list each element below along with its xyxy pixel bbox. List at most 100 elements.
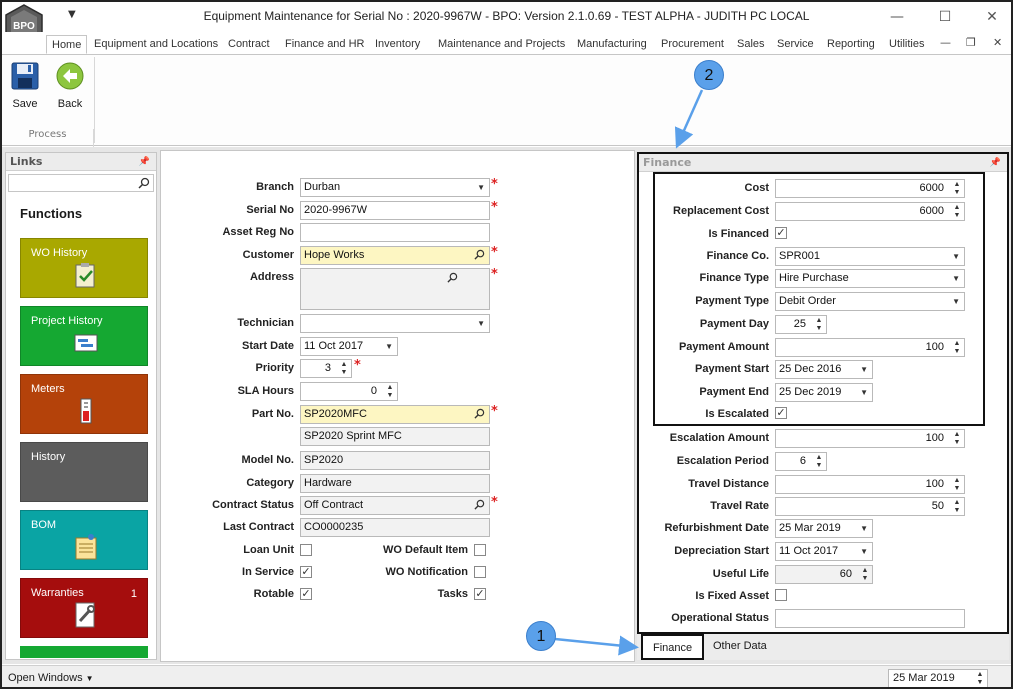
finance-co-select[interactable]: SPR001 ▼ [775, 247, 965, 266]
refurbishment-date-picker[interactable]: 25 Mar 2019 ▼ [775, 519, 873, 538]
dropdown-arrow-icon[interactable]: ▼ [952, 248, 960, 265]
mdi-close-icon[interactable]: ✕ [993, 36, 1002, 49]
tab-finance[interactable]: Finance [641, 634, 705, 660]
sla-hours-stepper[interactable]: 0 ▲ ▼ [300, 382, 398, 401]
maximize-icon[interactable]: ☐ [930, 6, 960, 28]
tab-manufacturing[interactable]: Manufacturing [577, 35, 647, 54]
dropdown-arrow-icon[interactable]: ▼ [385, 338, 393, 355]
tab-utilities[interactable]: Utilities [889, 35, 924, 54]
travel-rate-input[interactable]: 50 ▲ ▼ [775, 497, 965, 516]
tasks-checkbox[interactable]: ✓ [474, 588, 486, 600]
spinner-icon[interactable]: ▲ ▼ [814, 317, 824, 333]
escalation-period-stepper[interactable]: 6 ▲ ▼ [775, 452, 827, 471]
pin-icon[interactable]: 📌 [139, 153, 150, 171]
in-service-checkbox[interactable]: ✓ [300, 566, 312, 578]
operational-status-input[interactable] [775, 609, 965, 628]
dropdown-arrow-icon[interactable]: ▼ [860, 520, 868, 537]
is-escalated-checkbox[interactable]: ✓ [775, 407, 787, 419]
search-icon[interactable] [138, 177, 150, 189]
tab-finance-and-hr[interactable]: Finance and HR [285, 35, 365, 54]
spinner-icon[interactable]: ▲ ▼ [952, 204, 962, 220]
project-history-tile[interactable]: Project History [20, 306, 148, 366]
replacement-cost-input[interactable]: 6000 ▲ ▼ [775, 202, 965, 221]
status-date-field[interactable]: 25 Mar 2019 ▲ ▼ [888, 669, 988, 687]
search-icon[interactable] [474, 499, 485, 510]
links-search-input[interactable] [8, 174, 154, 192]
spinner-icon[interactable]: ▲ ▼ [952, 181, 962, 197]
dropdown-arrow-icon[interactable]: ▼ [952, 270, 960, 287]
part-no-input[interactable]: SP2020MFC [300, 405, 490, 424]
escalation-amount-input[interactable]: 100 ▲ ▼ [775, 429, 965, 448]
wo-default-item-checkbox[interactable] [474, 544, 486, 556]
is-fixed-asset-checkbox[interactable] [775, 589, 787, 601]
mdi-minimize-icon[interactable]: — [940, 36, 951, 49]
search-icon[interactable] [447, 272, 458, 283]
tab-maintenance-and-projects[interactable]: Maintenance and Projects [438, 35, 565, 54]
contract-status-input[interactable]: Off Contract [300, 496, 490, 515]
tab-service[interactable]: Service [777, 35, 814, 54]
mdi-restore-icon[interactable]: ❐ [966, 36, 976, 49]
dropdown-arrow-icon[interactable]: ▼ [952, 293, 960, 310]
useful-life-stepper[interactable]: 60 ▲ ▼ [775, 565, 873, 584]
start-date-picker[interactable]: 11 Oct 2017 ▼ [300, 337, 398, 356]
dropdown-arrow-icon[interactable]: ▼ [860, 384, 868, 401]
spinner-icon[interactable]: ▲ ▼ [814, 454, 824, 470]
is-fixed-asset-label: Is Fixed Asset [695, 590, 769, 602]
spinner-icon[interactable]: ▲ ▼ [975, 671, 985, 687]
branch-select[interactable]: Durban ▼ [300, 178, 490, 197]
tab-inventory[interactable]: Inventory [375, 35, 420, 54]
history-tile[interactable]: History [20, 442, 148, 502]
warranties-tile[interactable]: Warranties 1 [20, 578, 148, 638]
rotable-checkbox[interactable]: ✓ [300, 588, 312, 600]
wo-notification-checkbox[interactable] [474, 566, 486, 578]
payment-amount-input[interactable]: 100 ▲ ▼ [775, 338, 965, 357]
dropdown-arrow-icon[interactable]: ▼ [860, 361, 868, 378]
wo-history-tile[interactable]: WO History [20, 238, 148, 298]
serial-input[interactable]: 2020-9967W [300, 201, 490, 220]
tab-contract[interactable]: Contract [228, 35, 270, 54]
tab-sales[interactable]: Sales [737, 35, 765, 54]
search-icon[interactable] [474, 408, 485, 419]
tab-reporting[interactable]: Reporting [827, 35, 875, 54]
loan-unit-checkbox[interactable] [300, 544, 312, 556]
dropdown-arrow-icon[interactable]: ▼ [477, 315, 485, 332]
dropdown-arrow-icon[interactable]: ▼ [860, 543, 868, 560]
finance-type-select[interactable]: Hire Purchase ▼ [775, 269, 965, 288]
spinner-icon[interactable]: ▲ ▼ [952, 431, 962, 447]
save-button[interactable]: Save [6, 61, 44, 110]
tab-home[interactable]: Home [46, 35, 88, 54]
cost-input[interactable]: 6000 ▲ ▼ [775, 179, 965, 198]
payment-start-picker[interactable]: 25 Dec 2016 ▼ [775, 360, 873, 379]
open-windows-menu[interactable]: Open Windows ▼ [8, 672, 94, 684]
tab-equipment-and-locations[interactable]: Equipment and Locations [94, 35, 218, 54]
payment-type-select[interactable]: Debit Order ▼ [775, 292, 965, 311]
priority-stepper[interactable]: 3 ▲ ▼ [300, 359, 352, 378]
spinner-icon[interactable]: ▲ ▼ [952, 499, 962, 515]
payment-day-stepper[interactable]: 25 ▲ ▼ [775, 315, 827, 334]
technician-select[interactable]: ▼ [300, 314, 490, 333]
depreciation-start-picker[interactable]: 11 Oct 2017 ▼ [775, 542, 873, 561]
useful-life-value: 60 [839, 568, 852, 580]
spinner-icon[interactable]: ▲ ▼ [385, 384, 395, 400]
meters-tile[interactable]: Meters [20, 374, 148, 434]
pin-icon[interactable]: 📌 [990, 154, 1001, 172]
spinner-icon[interactable]: ▲ ▼ [952, 477, 962, 493]
search-icon[interactable] [474, 249, 485, 260]
asset-reg-input[interactable] [300, 223, 490, 242]
is-financed-checkbox[interactable]: ✓ [775, 227, 787, 239]
dropdown-arrow-icon[interactable]: ▼ [477, 179, 485, 196]
travel-distance-input[interactable]: 100 ▲ ▼ [775, 475, 965, 494]
close-icon[interactable]: ✕ [977, 6, 1007, 28]
tab-other-data[interactable]: Other Data [703, 634, 777, 660]
minimize-icon[interactable]: — [882, 6, 912, 28]
customer-input[interactable]: Hope Works [300, 246, 490, 265]
spinner-icon[interactable]: ▲ ▼ [860, 567, 870, 583]
back-button[interactable]: Back [51, 61, 89, 110]
next-tile-partial[interactable] [20, 646, 148, 658]
address-input[interactable] [300, 268, 490, 310]
payment-end-picker[interactable]: 25 Dec 2019 ▼ [775, 383, 873, 402]
tab-procurement[interactable]: Procurement [661, 35, 724, 54]
spinner-icon[interactable]: ▲ ▼ [339, 361, 349, 377]
bom-tile[interactable]: BOM [20, 510, 148, 570]
spinner-icon[interactable]: ▲ ▼ [952, 340, 962, 356]
